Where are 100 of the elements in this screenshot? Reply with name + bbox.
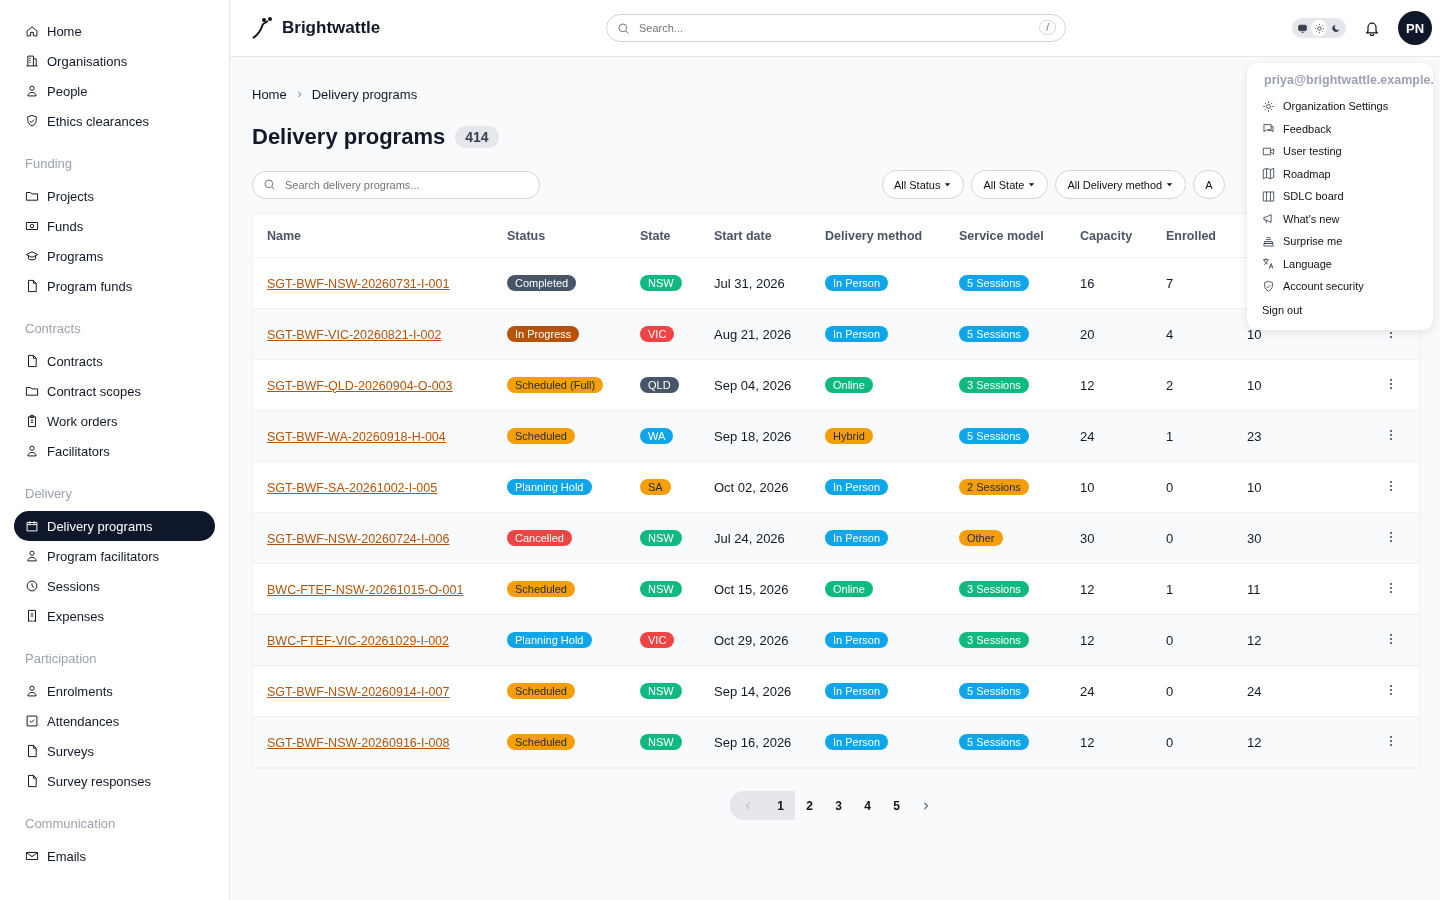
filter-dropdown[interactable]: A: [1193, 170, 1225, 199]
program-link[interactable]: SGT-BWF-SA-20261002-I-005: [267, 480, 438, 495]
program-link[interactable]: SGT-BWF-NSW-20260731-I-001: [267, 276, 450, 291]
page-button[interactable]: 2: [795, 791, 824, 820]
sidebar-section-title: Contracts: [24, 321, 82, 336]
table-cell: 7: [1166, 275, 1174, 291]
menu-item[interactable]: User testing: [1262, 140, 1433, 163]
state-badge: VIC: [640, 326, 675, 342]
menu-item[interactable]: Organization Settings: [1262, 95, 1433, 118]
program-link[interactable]: SGT-BWF-VIC-20260821-I-002: [267, 327, 442, 342]
table-cell: 10: [1080, 479, 1095, 495]
more-options-icon[interactable]: [1389, 530, 1393, 543]
sign-out-item[interactable]: Sign out: [1262, 297, 1433, 322]
table-cell: 2: [1166, 377, 1174, 393]
program-link[interactable]: SGT-BWF-NSW-20260724-I-006: [267, 531, 450, 546]
menu-item[interactable]: Feedback: [1262, 117, 1433, 140]
sidebar-item[interactable]: Enrolments: [14, 676, 215, 706]
search-icon: [617, 21, 630, 35]
sidebar-item[interactable]: Attendances: [14, 706, 215, 736]
more-options-icon[interactable]: [1389, 581, 1393, 594]
filter-dropdown[interactable]: All Delivery method: [1055, 170, 1187, 199]
table-cell: 12: [1080, 581, 1095, 597]
sidebar-item[interactable]: Contract scopes: [14, 376, 215, 406]
filter-dropdown[interactable]: All State: [971, 170, 1049, 199]
breadcrumb-link[interactable]: Delivery programs: [311, 87, 418, 102]
service-model-badge: 2 Sessions: [959, 479, 1029, 495]
shield-icon: [25, 114, 39, 128]
more-options-icon[interactable]: [1389, 734, 1393, 747]
menu-item[interactable]: Language: [1262, 252, 1433, 275]
table-cell: 10: [1247, 479, 1262, 495]
table-cell: 12: [1247, 734, 1262, 750]
more-options-icon[interactable]: [1389, 632, 1393, 645]
program-link[interactable]: BWC-FTEF-NSW-20261015-O-001: [267, 582, 464, 597]
table-cell: 12: [1247, 632, 1262, 648]
sidebar-item[interactable]: People: [14, 76, 215, 106]
sidebar-item[interactable]: Program facilitators: [14, 541, 215, 571]
program-link[interactable]: SGT-BWF-NSW-20260916-I-008: [267, 735, 450, 750]
more-options-icon[interactable]: [1389, 683, 1393, 696]
table-cell: 0: [1166, 479, 1174, 495]
program-link[interactable]: SGT-BWF-NSW-20260914-I-007: [267, 684, 450, 699]
state-badge: NSW: [640, 530, 682, 546]
page-button[interactable]: 5: [882, 791, 911, 820]
sidebar-item[interactable]: Organisations: [14, 46, 215, 76]
doc-icon: [25, 354, 39, 368]
more-options-icon[interactable]: [1389, 479, 1393, 492]
program-link[interactable]: BWC-FTEF-VIC-20261029-I-002: [267, 633, 449, 648]
page-button[interactable]: 3: [824, 791, 853, 820]
more-options-icon[interactable]: [1389, 377, 1393, 390]
table-cell: 0: [1166, 530, 1174, 546]
sun-icon[interactable]: [1311, 20, 1327, 36]
menu-item[interactable]: Roadmap: [1262, 162, 1433, 185]
theme-toggle[interactable]: [1292, 18, 1346, 38]
doc-icon: [25, 744, 39, 758]
sidebar-item[interactable]: Programs: [14, 241, 215, 271]
state-badge: NSW: [640, 275, 682, 291]
sidebar-item[interactable]: Delivery programs: [14, 511, 215, 541]
state-badge: NSW: [640, 734, 682, 750]
table-cell: 0: [1166, 632, 1174, 648]
sidebar-item[interactable]: Facilitators: [14, 436, 215, 466]
user-avatar[interactable]: PN: [1398, 11, 1432, 45]
search-field[interactable]: Search delivery programs...: [252, 170, 540, 199]
sidebar-item[interactable]: Work orders: [14, 406, 215, 436]
sidebar-item[interactable]: Survey responses: [14, 766, 215, 796]
delivery-method-badge: In Person: [825, 326, 889, 342]
banknote-icon: [25, 219, 39, 233]
page-button[interactable]: 1: [766, 791, 795, 820]
delivery-method-badge: In Person: [825, 479, 889, 495]
sidebar-section-title: Communication: [24, 816, 117, 831]
check-icon: [25, 714, 39, 728]
menu-item[interactable]: What's new: [1262, 207, 1433, 230]
sidebar-item[interactable]: Home: [14, 16, 215, 46]
menu-item[interactable]: Account security: [1262, 275, 1433, 298]
program-link[interactable]: SGT-BWF-WA-20260918-H-004: [267, 429, 446, 444]
page-button[interactable]: 4: [853, 791, 882, 820]
breadcrumb-link[interactable]: Home: [252, 87, 287, 102]
person-icon: [25, 444, 39, 458]
sidebar-item[interactable]: Surveys: [14, 736, 215, 766]
folder-icon: [25, 384, 39, 398]
table-cell: 16: [1080, 275, 1095, 291]
table-cell: Jul 24, 2026: [714, 530, 785, 546]
sidebar-item[interactable]: Funds: [14, 211, 215, 241]
filter-dropdown[interactable]: All Status: [882, 170, 965, 199]
sidebar-item[interactable]: Contracts: [14, 346, 215, 376]
person-icon: [25, 684, 39, 698]
more-options-icon[interactable]: [1389, 428, 1393, 441]
service-model-badge: 3 Sessions: [959, 377, 1029, 393]
sidebar-item[interactable]: Program funds: [14, 271, 215, 301]
sidebar-item[interactable]: Sessions: [14, 571, 215, 601]
menu-item[interactable]: Surprise me: [1262, 230, 1433, 253]
program-link[interactable]: SGT-BWF-QLD-20260904-O-003: [267, 378, 453, 393]
sidebar-item[interactable]: Projects: [14, 181, 215, 211]
notification-bell-icon[interactable]: [1364, 20, 1380, 36]
sidebar-item[interactable]: Expenses: [14, 601, 215, 631]
sidebar-item[interactable]: Ethics clearances: [14, 106, 215, 136]
column-header: Status: [493, 214, 626, 258]
delivery-method-badge: In Person: [825, 734, 889, 750]
sidebar-item[interactable]: Emails: [14, 841, 215, 871]
menu-item[interactable]: SDLC board: [1262, 185, 1433, 208]
stack-icon: [1262, 234, 1275, 248]
table-cell: Sep 04, 2026: [714, 377, 792, 393]
